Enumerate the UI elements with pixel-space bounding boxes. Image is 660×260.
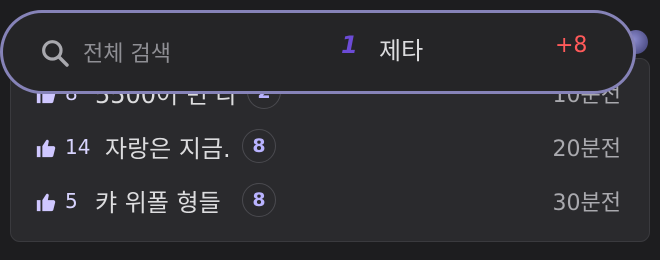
post-title[interactable]: 캬 위폴 형들 — [95, 183, 221, 218]
search-icon[interactable] — [39, 37, 71, 69]
thumbs-up-icon — [36, 139, 56, 158]
search-input[interactable] — [81, 35, 285, 73]
post-row[interactable]: 5 캬 위폴 형들 8 30분전 — [11, 181, 649, 225]
post-time: 20분전 — [552, 137, 621, 162]
post-time: 30분전 — [552, 191, 621, 216]
post-row[interactable]: 14 자랑은 지금. 8 20분전 — [11, 127, 649, 171]
rank-change: +8 — [555, 33, 588, 58]
search-bar[interactable]: 1 제타 +8 — [0, 10, 636, 94]
thumbs-up-icon — [36, 193, 56, 212]
post-title[interactable]: 자랑은 지금. — [105, 129, 231, 164]
like-count: 14 — [65, 135, 91, 159]
trending-keyword[interactable]: 제타 — [379, 31, 423, 66]
like-count: 5 — [65, 189, 78, 213]
comment-count-badge: 8 — [242, 183, 276, 217]
comment-count-badge: 8 — [242, 129, 276, 163]
trending-rank-number: 1 — [341, 31, 358, 59]
